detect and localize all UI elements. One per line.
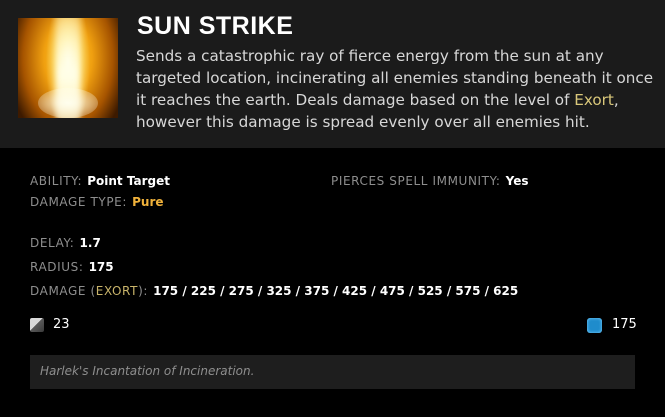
- description-exort-highlight: Exort: [574, 91, 614, 109]
- spell-immunity-row: PIERCES SPELL IMMUNITY: Yes: [331, 170, 529, 189]
- damage-label-exort: EXORT: [95, 284, 139, 298]
- lore-text: Harlek's Incantation of Incineration.: [40, 364, 255, 378]
- sun-strike-icon: [18, 18, 118, 118]
- mana-cost-value: 175: [612, 317, 637, 332]
- ability-description: Sends a catastrophic ray of fierce energ…: [136, 45, 656, 133]
- radius-value: 175: [88, 260, 114, 274]
- damage-type-value: Pure: [132, 195, 164, 209]
- ability-behavior-value: Point Target: [87, 174, 170, 188]
- damage-type-label: DAMAGE TYPE:: [30, 195, 128, 209]
- damage-type-row: DAMAGE TYPE: Pure: [30, 191, 164, 210]
- impact-glow: [38, 88, 98, 118]
- radius-label: RADIUS:: [30, 260, 84, 274]
- damage-value: 175 / 225 / 275 / 325 / 375 / 425 / 475 …: [153, 284, 519, 298]
- ability-header: SUN STRIKE Sends a catastrophic ray of f…: [0, 0, 665, 148]
- delay-label: DELAY:: [30, 236, 75, 250]
- damage-label-suffix: ):: [138, 284, 148, 298]
- radius-row: RADIUS: 175: [30, 256, 114, 275]
- ability-title: SUN STRIKE: [137, 12, 294, 40]
- spell-immunity-label: PIERCES SPELL IMMUNITY:: [331, 174, 501, 188]
- delay-value: 1.7: [79, 236, 101, 250]
- spell-immunity-value: Yes: [505, 174, 529, 188]
- ability-behavior-label: ABILITY:: [30, 174, 83, 188]
- lore-box: Harlek's Incantation of Incineration.: [30, 355, 635, 389]
- cooldown-icon: [30, 318, 44, 332]
- ability-behavior-row: ABILITY: Point Target: [30, 170, 170, 189]
- cooldown-value: 23: [53, 317, 70, 332]
- damage-label-prefix: DAMAGE (: [30, 284, 96, 298]
- delay-row: DELAY: 1.7: [30, 232, 101, 251]
- damage-row: DAMAGE (EXORT): 175 / 225 / 275 / 325 / …: [30, 280, 518, 299]
- mana-icon: [587, 318, 602, 333]
- damage-label: DAMAGE (EXORT):: [30, 284, 148, 298]
